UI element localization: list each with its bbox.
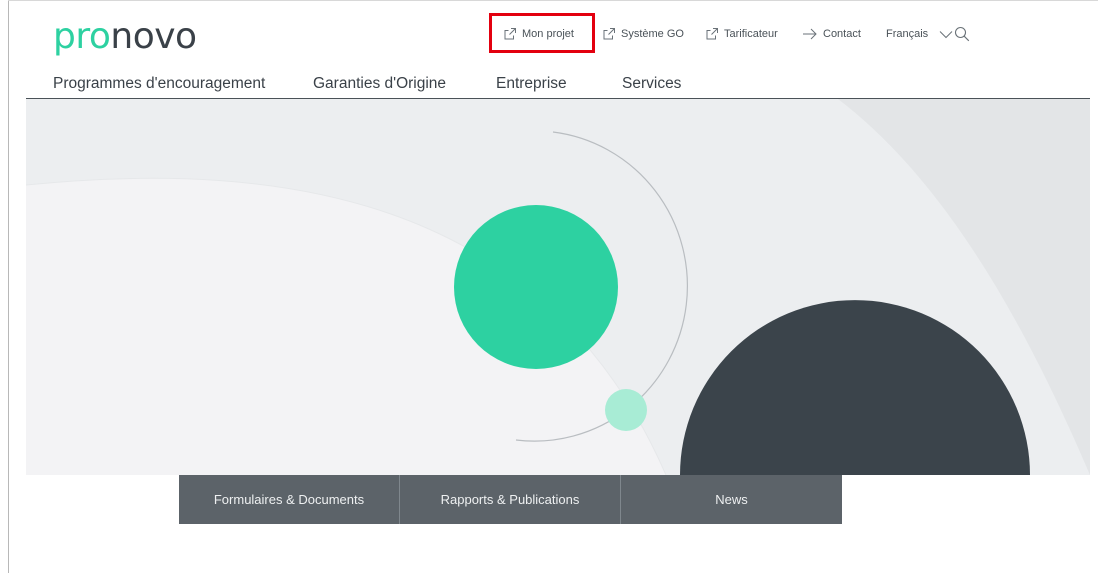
utility-link-label: Tarificateur	[724, 28, 778, 40]
pronovo-logo[interactable]: pronovo	[53, 14, 197, 60]
utility-link-label: Contact	[823, 28, 861, 40]
logo-novo-text: novo	[110, 16, 197, 57]
nav-garanties-origine[interactable]: Garanties d'Origine	[313, 75, 446, 93]
arrow-right-icon	[802, 27, 818, 41]
window-left-edge	[8, 0, 9, 573]
hero-banner	[26, 99, 1090, 475]
highlight-box	[489, 13, 595, 53]
search-icon	[954, 26, 970, 42]
tab-formulaires-documents[interactable]: Formulaires & Documents	[179, 475, 400, 524]
quick-links-tabs: Formulaires & Documents Rapports & Publi…	[179, 475, 842, 524]
nav-services[interactable]: Services	[622, 75, 681, 93]
tab-news[interactable]: News	[621, 475, 842, 524]
utility-link-tarificateur[interactable]: Tarificateur	[705, 24, 778, 44]
window-top-edge	[8, 0, 1098, 1]
tab-rapports-publications[interactable]: Rapports & Publications	[400, 475, 621, 524]
logo-pro-text: pro	[53, 16, 111, 57]
nav-entreprise[interactable]: Entreprise	[496, 75, 567, 93]
external-link-icon	[705, 27, 719, 41]
language-selector[interactable]: Français	[886, 24, 959, 44]
utility-link-contact[interactable]: Contact	[802, 24, 861, 44]
nav-programmes-encouragement[interactable]: Programmes d'encouragement	[53, 75, 265, 93]
hero-illustration	[26, 99, 1090, 475]
search-button[interactable]	[954, 24, 975, 44]
language-label: Français	[886, 28, 929, 40]
external-link-icon	[602, 27, 616, 41]
utility-link-label: Système GO	[621, 28, 684, 40]
utility-link-systeme-go[interactable]: Système GO	[602, 24, 684, 44]
chevron-down-icon	[938, 27, 954, 41]
